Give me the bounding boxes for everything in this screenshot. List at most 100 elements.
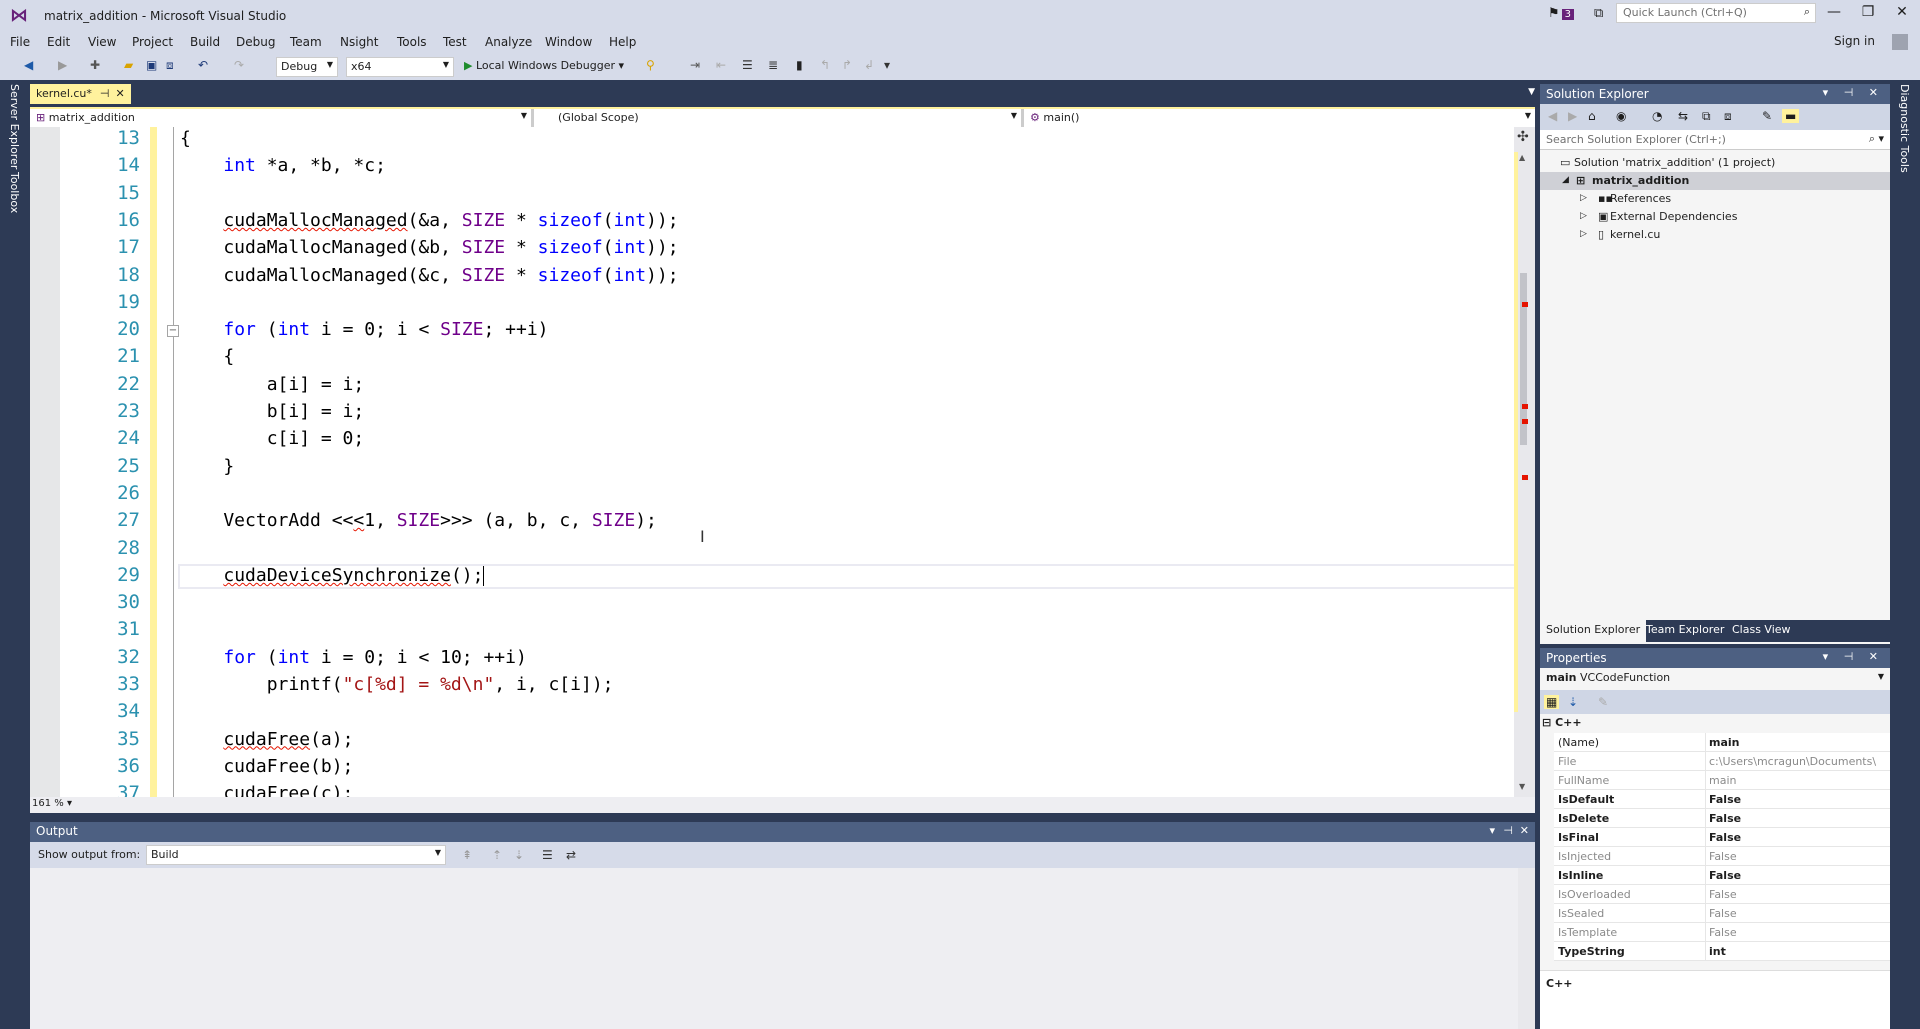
tab-kernel-cu[interactable]: kernel.cu* ⊣ ✕ (30, 84, 131, 104)
output-scrollbar[interactable] (1518, 868, 1535, 1029)
home-icon[interactable]: ⌂ (1588, 109, 1596, 123)
restore-button[interactable]: ❐ (1856, 4, 1880, 20)
code-line[interactable]: a[i] = i; (180, 374, 365, 395)
menu-help[interactable]: Help (609, 35, 636, 49)
expand-arrow-icon[interactable]: ◢ (1562, 175, 1569, 185)
next-message-icon[interactable]: ⇣ (514, 848, 524, 862)
collapse-icon[interactable]: − (167, 325, 179, 337)
show-all-files-icon[interactable]: ⧈ (1724, 109, 1732, 124)
code-line[interactable]: cudaMallocManaged(&b, SIZE * sizeof(int)… (180, 237, 678, 258)
code-line[interactable]: cudaMallocManaged(&a, SIZE * sizeof(int)… (180, 210, 678, 231)
next-bookmark-icon[interactable]: ↱ (842, 58, 852, 72)
indicator-margin[interactable] (30, 127, 60, 797)
clear-bookmarks-icon[interactable]: ↲ (864, 58, 874, 72)
save-all-icon[interactable]: ⧈ (166, 58, 174, 73)
switch-views-icon[interactable]: ◉ (1616, 109, 1626, 123)
horizontal-scrollbar[interactable]: 161 % ▾ (30, 797, 1535, 813)
menu-test[interactable]: Test (443, 35, 467, 49)
tree-item[interactable]: ▷ ▪▪ References (1540, 190, 1890, 208)
output-source-select[interactable]: Build ▼ (146, 845, 446, 865)
close-tab-icon[interactable]: ✕ (115, 87, 124, 100)
property-value[interactable]: False (1709, 926, 1887, 939)
menu-tools[interactable]: Tools (397, 35, 427, 49)
property-object-select[interactable]: main VCCodeFunction ▼ (1540, 668, 1890, 690)
expand-arrow-icon[interactable]: ▷ (1580, 229, 1587, 239)
menu-analyze[interactable]: Analyze (485, 35, 532, 49)
property-row[interactable]: IsTemplate False (1554, 923, 1890, 942)
close-button[interactable]: ✕ (1890, 4, 1914, 20)
panel-menu-icon[interactable]: ▾ (1489, 824, 1495, 837)
feedback-icon[interactable]: ⧉ (1594, 6, 1603, 21)
scroll-up-icon[interactable]: ▲ (1519, 153, 1525, 162)
step-icon[interactable]: ⇥ (690, 58, 700, 72)
properties-icon[interactable]: ✎ (1762, 109, 1772, 123)
sync-icon[interactable]: ⇆ (1678, 109, 1688, 123)
step-out-icon[interactable]: ⇤ (716, 58, 726, 72)
property-row[interactable]: TypeString int (1554, 942, 1890, 961)
property-value[interactable]: False (1709, 907, 1887, 920)
property-value[interactable]: c:\Users\mcragun\Documents\ (1709, 755, 1887, 768)
tab-overflow-icon[interactable]: ▼ (1528, 87, 1535, 97)
property-value[interactable]: int (1709, 945, 1887, 958)
new-project-icon[interactable]: ✚ (90, 58, 100, 72)
property-row[interactable]: IsFinal False (1554, 828, 1890, 847)
open-file-icon[interactable]: ▰ (124, 58, 133, 72)
project-select[interactable]: ⊞ matrix_addition ▼ (30, 109, 534, 127)
menu-project[interactable]: Project (132, 35, 173, 49)
code-line[interactable]: } (180, 456, 234, 477)
property-value[interactable]: False (1709, 888, 1887, 901)
alphabetical-icon[interactable]: ⇣ (1568, 695, 1578, 709)
menu-file[interactable]: File (10, 35, 30, 49)
menu-window[interactable]: Window (545, 35, 592, 49)
panel-controls[interactable]: ▾ ⊣ ✕ (1823, 86, 1884, 99)
tab-class-view[interactable]: Class View (1726, 620, 1797, 642)
property-pages-icon[interactable]: ✎ (1598, 695, 1608, 709)
toolbox-tab[interactable]: Toolbox (8, 172, 21, 213)
vertical-scrollbar[interactable]: ✣ ▲ ▼ (1514, 127, 1535, 797)
start-debugging-button[interactable]: ▶ Local Windows Debugger ▾ (464, 59, 624, 72)
comment-icon[interactable]: ☰ (742, 58, 753, 72)
property-value[interactable]: main (1709, 736, 1887, 749)
menu-nsight[interactable]: Nsight (340, 35, 379, 49)
navigate-back-icon[interactable]: ◀ (24, 58, 33, 72)
notifications-button[interactable]: ⚑ 3 (1548, 6, 1575, 21)
expand-arrow-icon[interactable]: ▷ (1580, 193, 1587, 203)
sign-in-link[interactable]: Sign in (1834, 34, 1875, 48)
code-editor[interactable]: 13 14 15 16 17 18 19 20 21 22 23 24 25 26 27 28 29 30 31 32… (30, 127, 1535, 804)
property-row[interactable]: IsInline False (1554, 866, 1890, 885)
menu-build[interactable]: Build (190, 35, 220, 49)
property-value[interactable]: False (1709, 850, 1887, 863)
configuration-select[interactable]: Debug ▼ (276, 57, 338, 77)
collapse-all-icon[interactable]: ⧉ (1702, 109, 1711, 124)
word-wrap-icon[interactable]: ⇄ (566, 848, 576, 862)
tab-team-explorer[interactable]: Team Explorer (1640, 620, 1730, 642)
zoom-level-select[interactable]: 161 % ▾ (32, 798, 72, 809)
code-line[interactable]: { (180, 346, 234, 367)
property-row[interactable]: IsDefault False (1554, 790, 1890, 809)
error-marker[interactable] (1522, 302, 1528, 307)
menu-team[interactable]: Team (290, 35, 322, 49)
property-category[interactable]: ⊟ C++ (1542, 716, 1582, 729)
save-icon[interactable]: ▣ (146, 58, 157, 72)
error-squiggle[interactable]: cudaFree (223, 729, 310, 750)
code-line[interactable]: for (int i = 0; i < 10; ++i) (180, 647, 526, 668)
property-value[interactable]: False (1709, 812, 1887, 825)
code-line[interactable]: int *a, *b, *c; (180, 155, 386, 176)
menu-debug[interactable]: Debug (236, 35, 275, 49)
property-value[interactable]: main (1709, 774, 1887, 787)
redo-icon[interactable]: ↷ (234, 58, 244, 72)
bookmark-icon[interactable]: ▮ (796, 58, 803, 72)
back-icon[interactable]: ◀ (1548, 109, 1557, 123)
output-text[interactable] (30, 868, 1518, 1029)
prev-message-icon[interactable]: ⇡ (492, 848, 502, 862)
code-line[interactable]: cudaDeviceSynchronize(); (180, 565, 485, 586)
code-line[interactable]: c[i] = 0; (180, 428, 365, 449)
scroll-down-icon[interactable]: ▼ (1519, 782, 1525, 791)
pending-changes-icon[interactable]: ◔ (1652, 109, 1662, 123)
expand-arrow-icon[interactable]: ▷ (1580, 211, 1587, 221)
property-value[interactable]: False (1709, 831, 1887, 844)
error-squiggle[interactable]: < (353, 510, 364, 531)
property-row[interactable]: (Name) main (1554, 733, 1890, 752)
error-marker[interactable] (1522, 404, 1528, 409)
clear-all-icon[interactable]: ☰ (542, 848, 553, 862)
